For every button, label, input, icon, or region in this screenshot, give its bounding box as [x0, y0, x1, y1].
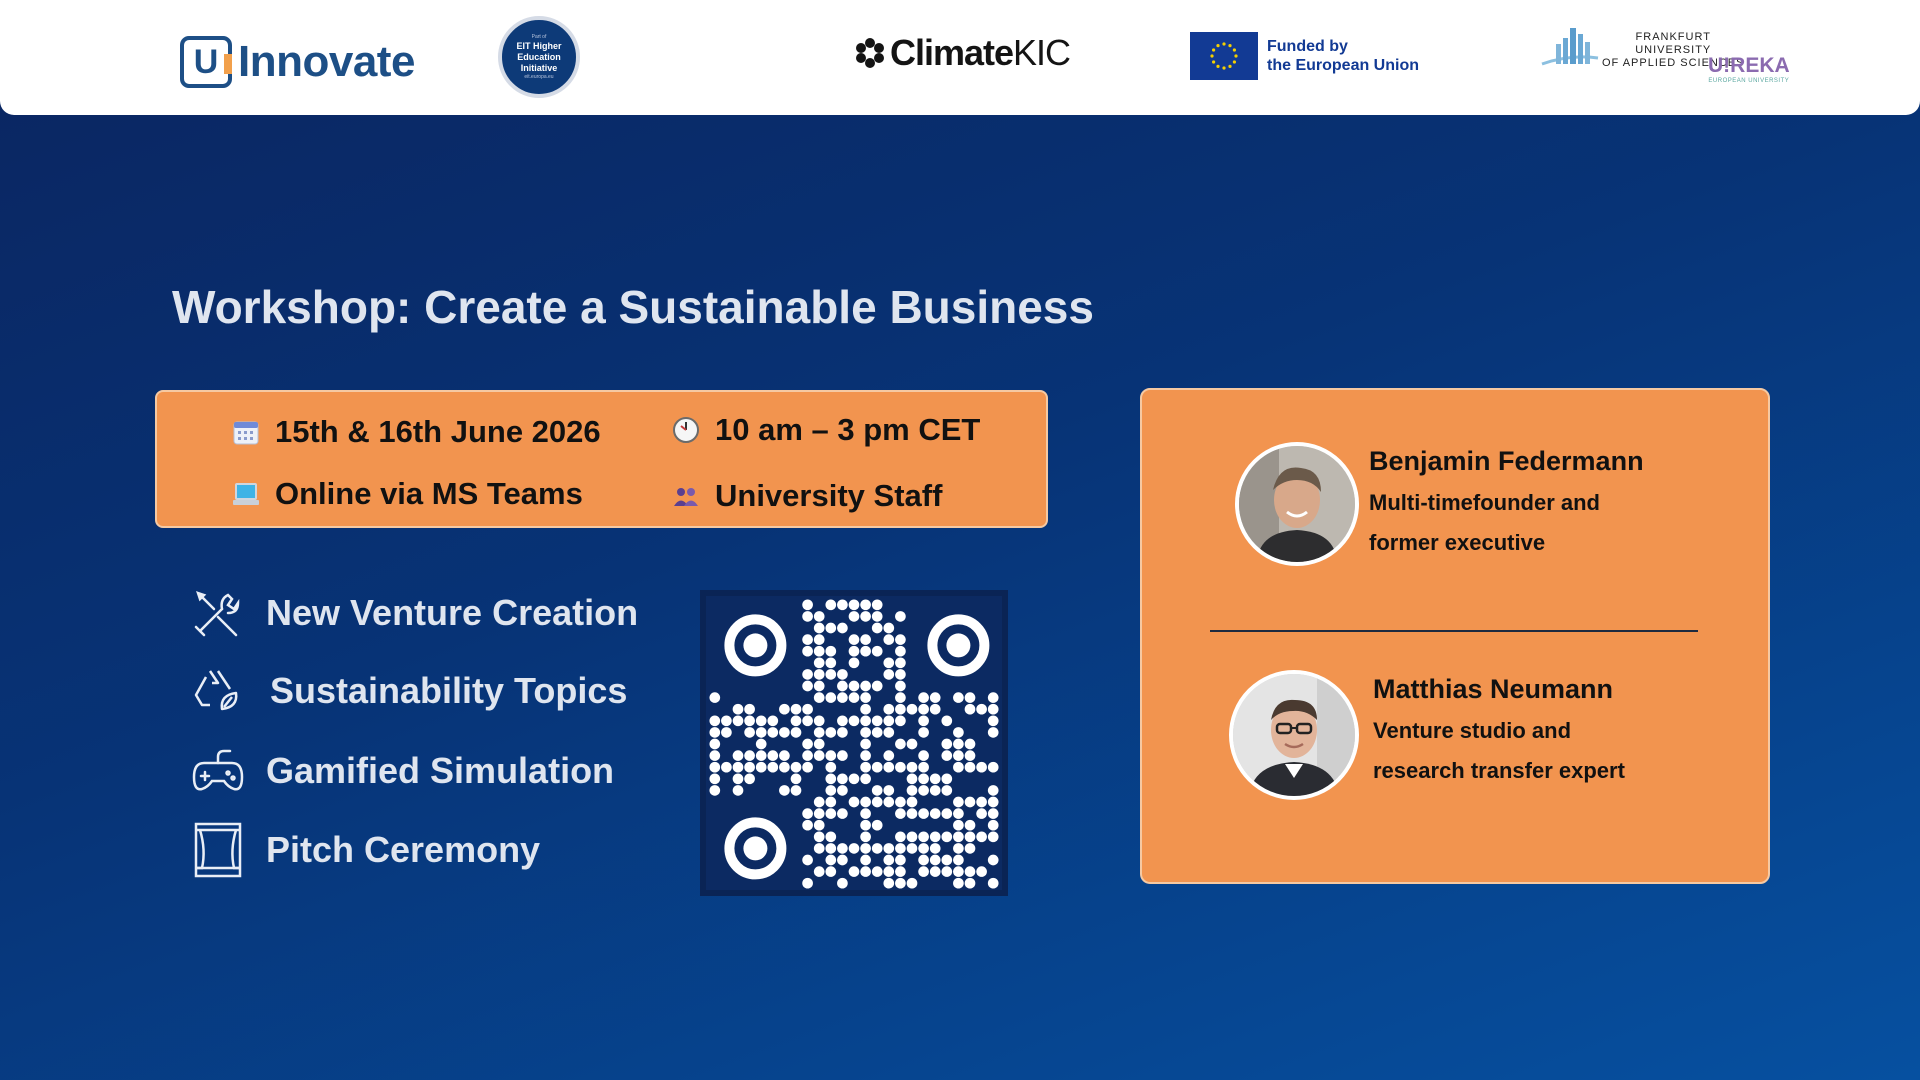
registration-qr-code[interactable]: [700, 590, 1008, 896]
speaker-divider: [1210, 630, 1698, 632]
stage-curtain-icon: [190, 822, 246, 878]
event-audience: University Staff: [671, 478, 942, 514]
frankfurt-uas-logo-mark: [1541, 28, 1599, 66]
clock-icon: [671, 415, 701, 445]
recycle-leaf-icon: [190, 663, 246, 719]
speaker-item: Benjamin Federmann Multi-timefounder and…: [1235, 442, 1659, 566]
page-title: Workshop: Create a Sustainable Business: [172, 281, 1094, 333]
innovate-logo-text: Innovate: [238, 37, 415, 86]
eu-flag-icon: [1190, 32, 1258, 80]
innovate-logo: U Innovate: [180, 32, 415, 92]
ureka-logo: U!REKA EUROPEAN UNIVERSITY: [1708, 54, 1790, 84]
event-time: 10 am – 3 pm CET: [671, 412, 980, 448]
topic-item: Pitch Ceremony: [190, 822, 540, 878]
topic-item: New Venture Creation: [190, 585, 638, 641]
qr-code-pattern: [709, 599, 999, 889]
speaker-avatar: [1235, 442, 1359, 566]
gamepad-icon: [190, 743, 246, 799]
logo-header-bar: U Innovate Part of EIT Higher Education …: [0, 0, 1920, 115]
event-date: 15th & 16th June 2026: [231, 414, 601, 450]
eu-funding-logo: Funded by the European Union: [1190, 32, 1419, 80]
event-location: Online via MS Teams: [231, 476, 583, 512]
people-icon: [671, 481, 701, 511]
calendar-icon: [231, 417, 261, 447]
eit-badge-logo: Part of EIT Higher Education Initiative …: [498, 16, 580, 98]
topic-item: Sustainability Topics: [190, 663, 627, 719]
tools-icon: [190, 585, 246, 641]
climate-kic-logo-mark: [856, 38, 884, 68]
climate-kic-logo: ClimateKIC: [854, 32, 1071, 74]
innovate-logo-mark: U: [180, 36, 232, 88]
speakers-card: Benjamin Federmann Multi-timefounder and…: [1140, 388, 1770, 884]
speaker-item: Matthias Neumann Venture studio and rese…: [1229, 670, 1663, 800]
laptop-icon: [231, 479, 261, 509]
topic-item: Gamified Simulation: [190, 743, 614, 799]
event-info-card: 15th & 16th June 2026 10 am – 3 pm CET O…: [155, 390, 1048, 528]
speaker-avatar: [1229, 670, 1359, 800]
